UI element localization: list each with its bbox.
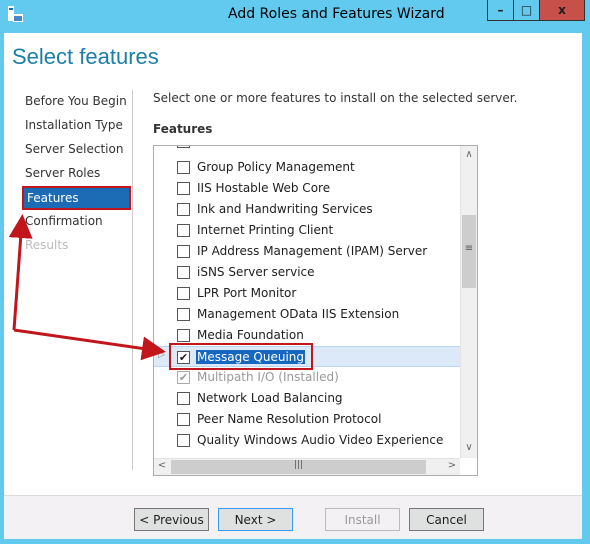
feature-row[interactable]: IP Address Management (IPAM) Server	[154, 241, 460, 262]
feature-row[interactable]: LPR Port Monitor	[154, 283, 460, 304]
feature-label: Ink and Handwriting Services	[197, 202, 373, 216]
feature-checkbox[interactable]	[177, 266, 190, 279]
scroll-up-icon[interactable]: ∧	[461, 149, 477, 160]
feature-label: IP Address Management (IPAM) Server	[197, 244, 428, 258]
nav-item-server-roles[interactable]: Server Roles	[25, 166, 100, 180]
features-list[interactable]: Group Policy Management IIS Hostable Web …	[153, 145, 478, 476]
vertical-scrollbar[interactable]: ∧ ≡ ∨	[460, 146, 477, 458]
button-bar: < Previous Next > Install Cancel	[4, 495, 582, 539]
feature-label: Group Policy Management	[197, 160, 355, 174]
expand-icon[interactable]: ▷	[158, 350, 165, 360]
feature-checkbox: ✔	[177, 371, 190, 384]
scroll-right-icon[interactable]: >	[444, 460, 460, 471]
close-button[interactable]: x	[539, 0, 585, 21]
hscroll-thumb[interactable]: |||	[171, 460, 426, 474]
feature-row[interactable]: Media Foundation	[154, 325, 460, 346]
feature-row[interactable]: Ink and Handwriting Services	[154, 199, 460, 220]
partial-row	[154, 146, 460, 152]
nav-item-installation-type[interactable]: Installation Type	[25, 118, 123, 132]
feature-row[interactable]: Group Policy Management	[154, 157, 460, 178]
nav-item-before-you-begin[interactable]: Before You Begin	[25, 94, 127, 108]
feature-row[interactable]: Network Load Balancing	[154, 388, 460, 409]
scroll-left-icon[interactable]: <	[154, 460, 170, 471]
feature-row[interactable]: iSNS Server service	[154, 262, 460, 283]
feature-label: Multipath I/O (Installed)	[197, 370, 339, 384]
page-title: Select features	[12, 44, 159, 69]
feature-label: Message Queuing	[196, 350, 306, 364]
feature-checkbox[interactable]	[177, 308, 190, 321]
minimize-button[interactable]: –	[487, 0, 514, 21]
feature-checkbox[interactable]	[177, 329, 190, 342]
feature-row[interactable]: ✔ Multipath I/O (Installed)	[154, 367, 460, 388]
window-title: Add Roles and Features Wizard	[228, 6, 445, 22]
checkbox	[177, 146, 190, 148]
cancel-button[interactable]: Cancel	[409, 508, 484, 531]
feature-row[interactable]: Management OData IIS Extension	[154, 304, 460, 325]
feature-checkbox[interactable]: ✔	[177, 351, 190, 364]
feature-row[interactable]: ▷ ✔ Message Queuing	[154, 346, 460, 367]
description: Select one or more features to install o…	[153, 91, 518, 105]
feature-row[interactable]: Quality Windows Audio Video Experience	[154, 430, 460, 451]
previous-button[interactable]: < Previous	[134, 508, 209, 531]
feature-label: Quality Windows Audio Video Experience	[197, 433, 444, 447]
feature-label: IIS Hostable Web Core	[197, 181, 331, 195]
feature-label: Internet Printing Client	[197, 223, 334, 237]
feature-checkbox[interactable]	[177, 434, 190, 447]
feature-row[interactable]: Peer Name Resolution Protocol	[154, 409, 460, 430]
server-manager-icon	[8, 6, 23, 22]
feature-row[interactable]: Internet Printing Client	[154, 220, 460, 241]
feature-row[interactable]: IIS Hostable Web Core	[154, 178, 460, 199]
scroll-thumb[interactable]: ≡	[462, 215, 476, 288]
feature-label: LPR Port Monitor	[197, 286, 297, 300]
horizontal-scrollbar[interactable]: < ||| >	[154, 458, 460, 475]
title-bar: Add Roles and Features Wizard – □ x	[0, 0, 590, 30]
nav-item-confirmation[interactable]: Confirmation	[25, 214, 103, 228]
divider	[132, 90, 133, 470]
feature-checkbox[interactable]	[177, 203, 190, 216]
install-button: Install	[325, 508, 400, 531]
next-button[interactable]: Next >	[218, 508, 293, 531]
nav-item-server-selection[interactable]: Server Selection	[25, 142, 123, 156]
feature-label: iSNS Server service	[197, 265, 315, 279]
feature-label: Media Foundation	[197, 328, 304, 342]
feature-checkbox[interactable]	[177, 245, 190, 258]
feature-checkbox[interactable]	[177, 182, 190, 195]
feature-checkbox[interactable]	[177, 413, 190, 426]
maximize-button[interactable]: □	[513, 0, 540, 21]
feature-label: Network Load Balancing	[197, 391, 343, 405]
features-label: Features	[153, 122, 213, 136]
feature-label: Peer Name Resolution Protocol	[197, 412, 382, 426]
feature-checkbox[interactable]	[177, 392, 190, 405]
nav-item-results: Results	[25, 238, 69, 252]
feature-checkbox[interactable]	[177, 224, 190, 237]
feature-label: Management OData IIS Extension	[197, 307, 400, 321]
wizard-body: Select features Before You Begin Installa…	[4, 33, 582, 539]
feature-checkbox[interactable]	[177, 287, 190, 300]
scroll-down-icon[interactable]: ∨	[461, 442, 477, 453]
nav-item-features[interactable]: Features	[22, 186, 131, 210]
feature-checkbox[interactable]	[177, 161, 190, 174]
